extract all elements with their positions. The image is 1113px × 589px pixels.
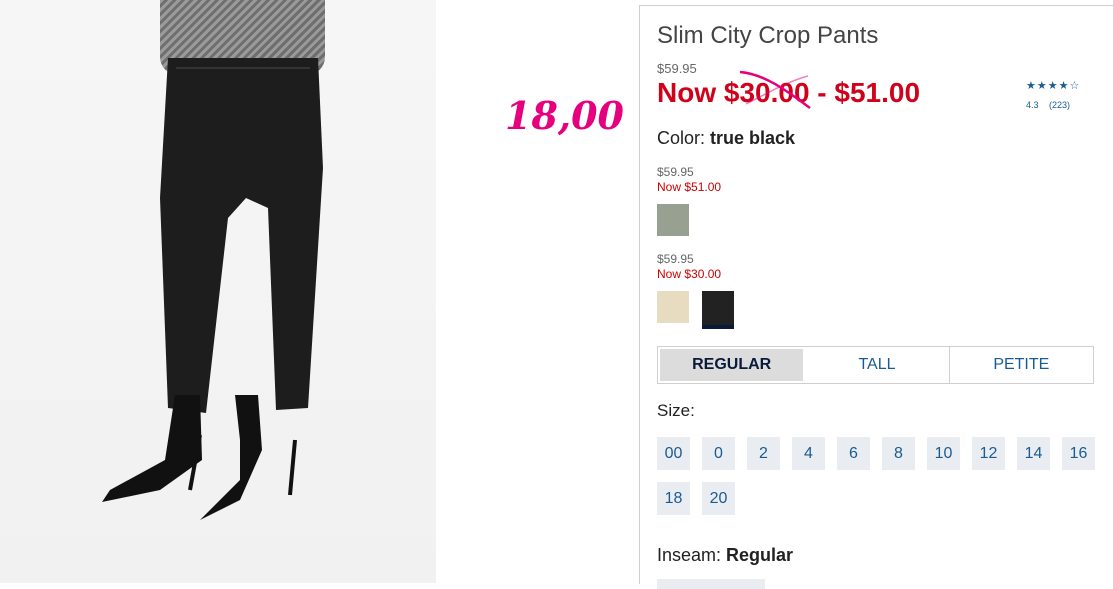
color-swatch-true-black[interactable] <box>702 291 734 329</box>
group-was-price: $59.95 <box>657 165 694 179</box>
group-now-price: Now $51.00 <box>657 180 722 194</box>
fit-selector: REGULAR TALL PETITE <box>657 346 1094 384</box>
inseam-value: Regular <box>726 545 794 565</box>
group-was-price: $59.95 <box>657 252 694 266</box>
size-option[interactable]: 00 <box>657 437 690 470</box>
color-swatch-khaki[interactable] <box>657 291 689 323</box>
original-price: $59.95 <box>657 61 697 76</box>
handwritten-price-annotation: 18,00 <box>505 93 624 138</box>
size-option[interactable]: 4 <box>792 437 825 470</box>
size-option[interactable]: 14 <box>1017 437 1050 470</box>
size-label: Size: <box>657 401 695 420</box>
rating-score: 4.3 <box>1026 100 1039 110</box>
fit-option-tall[interactable]: TALL <box>805 347 950 383</box>
size-option[interactable]: 20 <box>702 482 735 515</box>
size-option[interactable]: 18 <box>657 482 690 515</box>
size-option[interactable]: 8 <box>882 437 915 470</box>
pants-graphic <box>158 48 328 418</box>
size-option[interactable]: 0 <box>702 437 735 470</box>
price-group: $59.95 Now $51.00 <box>657 165 721 236</box>
product-title: Slim City Crop Pants <box>657 22 879 49</box>
inseam-option[interactable] <box>657 579 765 589</box>
price-group: $59.95 Now $30.00 <box>657 252 734 329</box>
review-count[interactable]: (223) <box>1049 100 1070 110</box>
product-image[interactable] <box>0 0 436 583</box>
size-option[interactable]: 16 <box>1062 437 1095 470</box>
selected-color: Color: true black <box>657 128 795 149</box>
color-label: Color: <box>657 128 706 148</box>
size-option[interactable]: 12 <box>972 437 1005 470</box>
size-option[interactable]: 10 <box>927 437 960 470</box>
fit-option-petite[interactable]: PETITE <box>950 347 1093 383</box>
inseam-line: Inseam: Regular <box>657 545 793 566</box>
sale-price-range: Now $30.00 - $51.00 <box>657 77 921 108</box>
rating-widget[interactable]: ★★★★☆ 4.3 (223) <box>1026 79 1080 110</box>
size-option[interactable]: 2 <box>747 437 780 470</box>
size-option[interactable]: 6 <box>837 437 870 470</box>
product-details-panel: Slim City Crop Pants $59.95 Now $30.00 -… <box>639 5 1113 589</box>
group-now-price: Now $30.00 <box>657 267 722 281</box>
color-value: true black <box>710 128 796 148</box>
rating-stars-icon: ★★★★☆ <box>1026 80 1081 92</box>
inseam-label: Inseam: <box>657 545 722 565</box>
size-options: 00 0 2 4 6 8 10 12 14 16 18 20 <box>657 437 1107 515</box>
color-swatch-sage[interactable] <box>657 204 689 236</box>
fit-option-regular[interactable]: REGULAR <box>660 349 804 381</box>
